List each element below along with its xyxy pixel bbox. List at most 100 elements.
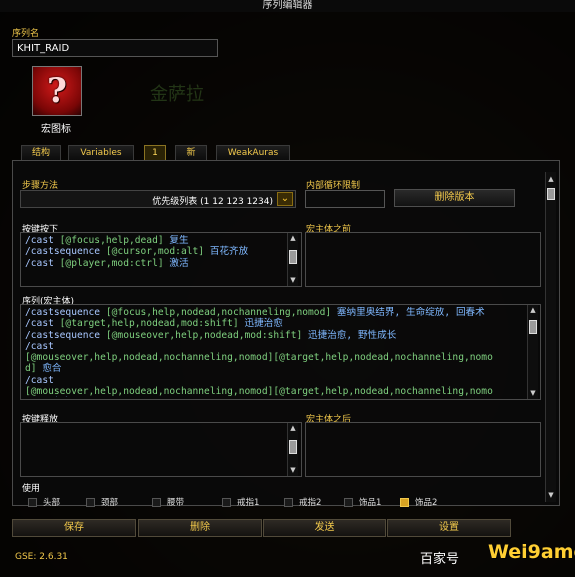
checkbox-box[interactable] bbox=[222, 498, 231, 507]
keypress-scrollbar[interactable]: ▲ ▼ bbox=[287, 233, 298, 286]
code-segment-cmd: /cast bbox=[25, 374, 54, 386]
checkbox-label: 饰品2 bbox=[415, 498, 438, 508]
tab-new[interactable]: 新 bbox=[175, 145, 207, 160]
code-line: [@mouseover,help,nodead,nochanneling,nom… bbox=[25, 352, 525, 363]
checkbox-box[interactable] bbox=[284, 498, 293, 507]
pre-macro-editor[interactable] bbox=[305, 232, 541, 287]
code-segment-cond: [@mouseover,help,nodead,nochanneling,nom… bbox=[25, 352, 493, 364]
code-line: /castsequence [@focus,help,nodead,nochan… bbox=[25, 307, 525, 318]
code-segment-cond: d] bbox=[25, 363, 37, 375]
checkbox-box[interactable] bbox=[400, 498, 409, 507]
use-belt-checkbox[interactable]: 腰带 bbox=[152, 496, 184, 508]
use-ring2-checkbox[interactable]: 戒指2 bbox=[284, 496, 321, 508]
checkbox-box[interactable] bbox=[28, 498, 37, 507]
use-trinket1-checkbox[interactable]: 饰品1 bbox=[344, 496, 381, 508]
scroll-down-icon[interactable]: ▼ bbox=[288, 465, 298, 475]
code-line: /cast [@player,mod:ctrl] 激活 bbox=[25, 258, 287, 269]
code-segment-cond: [@cursor,mod:alt] bbox=[105, 246, 205, 258]
sequence-editor-window: 金萨拉 序列编辑器 序列名 KHIT_RAID ? 宏图标 结构 Variabl… bbox=[0, 0, 575, 577]
code-line: [@mouseover,help,nodead,nochanneling,nom… bbox=[25, 386, 525, 397]
code-segment-cmd: /castsequence bbox=[25, 329, 106, 341]
code-segment-spell: 愈合 bbox=[36, 363, 62, 375]
inner-loop-input[interactable] bbox=[305, 190, 385, 208]
checkbox-box[interactable] bbox=[152, 498, 161, 507]
scroll-up-icon[interactable]: ▲ bbox=[546, 174, 556, 184]
code-segment-cmd: /cast bbox=[25, 235, 60, 246]
macro-icon-label: 宏图标 bbox=[41, 124, 71, 135]
code-segment-spell: 激活 bbox=[163, 257, 189, 269]
delete-version-button[interactable]: 删除版本 bbox=[394, 189, 515, 207]
code-segment-cmd: /cast bbox=[25, 257, 60, 269]
code-segment-spell: 百花齐放 bbox=[204, 246, 249, 258]
sequence-name-label: 序列名 bbox=[12, 29, 40, 39]
code-segment-cmd: /cast bbox=[25, 340, 54, 352]
code-segment-cond: [@target,help,nodead,mod:shift] bbox=[59, 318, 239, 330]
checkbox-label: 戒指1 bbox=[237, 498, 260, 508]
watermark-text: 百家号 bbox=[420, 552, 460, 567]
step-method-value: 优先级列表 (1 12 123 1234) bbox=[152, 197, 273, 207]
code-segment-cond: [@mouseover,help,nodead,nochanneling,nom… bbox=[25, 386, 493, 397]
use-label: 使用 bbox=[22, 484, 41, 494]
code-segment-spell: 迅捷治愈 bbox=[238, 318, 283, 330]
scroll-down-icon[interactable]: ▼ bbox=[546, 490, 556, 500]
save-button[interactable]: 保存 bbox=[12, 519, 136, 537]
tab-weakauras[interactable]: WeakAuras bbox=[216, 145, 290, 160]
panel-scrollbar[interactable]: ▲ ▼ bbox=[545, 172, 556, 502]
code-segment-cmd: /castsequence bbox=[25, 307, 106, 318]
scroll-thumb[interactable] bbox=[289, 440, 297, 454]
checkbox-label: 腰带 bbox=[167, 498, 185, 508]
send-button[interactable]: 发送 bbox=[263, 519, 386, 537]
watermark-logo: Wei9amer bbox=[488, 541, 575, 563]
scroll-down-icon[interactable]: ▼ bbox=[528, 388, 538, 398]
code-line: /cast [@target,help,nodead,mod:shift] 迅捷… bbox=[25, 318, 525, 329]
key-release-editor[interactable] bbox=[20, 422, 302, 477]
scroll-up-icon[interactable]: ▲ bbox=[528, 305, 538, 315]
code-line: /cast [@focus,help,dead] 复生 bbox=[25, 235, 287, 246]
code-segment-spell: 迅捷治愈, 野性成长 bbox=[302, 329, 397, 341]
code-segment-cmd: /cast bbox=[25, 318, 60, 330]
use-neck-checkbox[interactable]: 颈部 bbox=[86, 496, 118, 508]
tab-variables[interactable]: Variables bbox=[68, 145, 134, 160]
step-method-dropdown[interactable]: 优先级列表 (1 12 123 1234) ⌄ bbox=[20, 190, 296, 208]
chevron-down-icon[interactable]: ⌄ bbox=[277, 192, 293, 206]
checkbox-box[interactable] bbox=[344, 498, 353, 507]
question-mark-icon: ? bbox=[47, 71, 67, 111]
tab-structure[interactable]: 结构 bbox=[21, 145, 61, 160]
scroll-thumb[interactable] bbox=[547, 188, 555, 200]
post-macro-editor[interactable] bbox=[305, 422, 541, 477]
background-zone-text: 金萨拉 bbox=[150, 84, 204, 105]
scroll-up-icon[interactable]: ▲ bbox=[288, 423, 298, 433]
code-segment-cond: [@player,mod:ctrl] bbox=[59, 257, 164, 269]
use-ring1-checkbox[interactable]: 戒指1 bbox=[222, 496, 259, 508]
checkbox-label: 颈部 bbox=[101, 498, 119, 508]
checkbox-label: 头部 bbox=[43, 498, 61, 508]
window-title: 序列编辑器 bbox=[0, 0, 575, 12]
code-segment-cond: [@focus,help,nodead,nochanneling,nomod] bbox=[105, 307, 332, 318]
settings-button[interactable]: 设置 bbox=[387, 519, 511, 537]
scroll-thumb[interactable] bbox=[289, 250, 297, 264]
delete-button[interactable]: 删除 bbox=[138, 519, 262, 537]
code-segment-spell: 复生 bbox=[163, 235, 189, 246]
code-segment-cmd: /castsequence bbox=[25, 246, 106, 258]
scroll-down-icon[interactable]: ▼ bbox=[288, 275, 298, 285]
use-trinket2-checkbox[interactable]: 饰品2 bbox=[400, 496, 437, 508]
key-release-scrollbar[interactable]: ▲ ▼ bbox=[287, 423, 298, 476]
code-segment-cond: [@mouseover,help,nodead,mod:shift] bbox=[105, 329, 303, 341]
code-segment-spell: 塞纳里奥结界, 生命绽放, 回春术 bbox=[331, 307, 485, 318]
checkbox-box[interactable] bbox=[86, 498, 95, 507]
sequence-body-code: /castsequence [@focus,help,nodead,nochan… bbox=[25, 307, 525, 397]
scroll-thumb[interactable] bbox=[529, 320, 537, 334]
keypress-code: /cast [@focus,help,dead] 复生/castsequence… bbox=[25, 235, 287, 269]
use-head-checkbox[interactable]: 头部 bbox=[28, 496, 60, 508]
sequence-name-input[interactable]: KHIT_RAID bbox=[12, 39, 218, 57]
code-line: /cast bbox=[25, 341, 525, 352]
macro-icon-button[interactable]: ? bbox=[32, 66, 82, 116]
tab-version-1[interactable]: 1 bbox=[144, 145, 166, 160]
code-line: /castsequence [@mouseover,help,nodead,mo… bbox=[25, 330, 525, 341]
checkbox-label: 饰品1 bbox=[359, 498, 382, 508]
scroll-up-icon[interactable]: ▲ bbox=[288, 233, 298, 243]
checkbox-label: 戒指2 bbox=[299, 498, 322, 508]
version-text: GSE: 2.6.31 bbox=[15, 552, 68, 562]
code-line: d] 愈合 bbox=[25, 363, 525, 374]
sequence-body-scrollbar[interactable]: ▲ ▼ bbox=[527, 305, 538, 399]
